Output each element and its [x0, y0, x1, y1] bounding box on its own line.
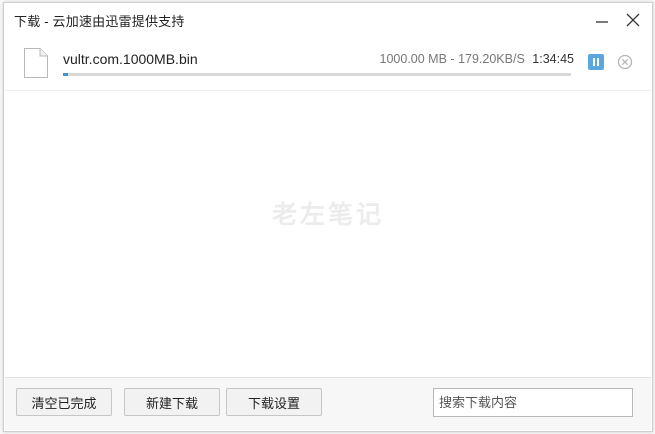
file-size: 1000.00 MB — [379, 52, 447, 66]
download-settings-button[interactable]: 下载设置 — [226, 388, 322, 416]
file-icon — [23, 47, 49, 79]
time-remaining: 1:34:45 — [532, 52, 574, 66]
cancel-circle-icon — [617, 54, 633, 70]
minimize-icon — [596, 21, 608, 23]
window-title: 下载 - 云加速由迅雷提供支持 — [14, 14, 185, 29]
cancel-download-button[interactable] — [617, 54, 633, 70]
download-window: 下载 - 云加速由迅雷提供支持 vultr.com.1000MB.bin 100… — [3, 2, 653, 432]
file-name[interactable]: vultr.com.1000MB.bin — [63, 51, 198, 67]
download-progress-fill — [63, 73, 69, 76]
stats-separator: - — [450, 52, 455, 66]
download-stats: 1000.00 MB - 179.20KB/S 1:34:45 — [380, 52, 574, 66]
download-progress-bar — [63, 73, 571, 76]
pause-button[interactable] — [588, 54, 604, 70]
download-item[interactable]: vultr.com.1000MB.bin 1000.00 MB - 179.20… — [5, 38, 651, 91]
minimize-button[interactable] — [594, 12, 610, 28]
download-speed: 179.20KB/S — [458, 52, 525, 66]
new-download-button[interactable]: 新建下载 — [124, 388, 220, 416]
clear-completed-button[interactable]: 清空已完成 — [16, 388, 112, 416]
footer-toolbar: 清空已完成 新建下载 下载设置 — [5, 377, 651, 430]
close-button[interactable] — [625, 12, 641, 28]
watermark-text: 老左笔记 — [271, 201, 384, 229]
close-icon — [626, 13, 640, 27]
title-bar: 下载 - 云加速由迅雷提供支持 — [4, 3, 652, 37]
search-downloads-input[interactable] — [433, 388, 633, 417]
